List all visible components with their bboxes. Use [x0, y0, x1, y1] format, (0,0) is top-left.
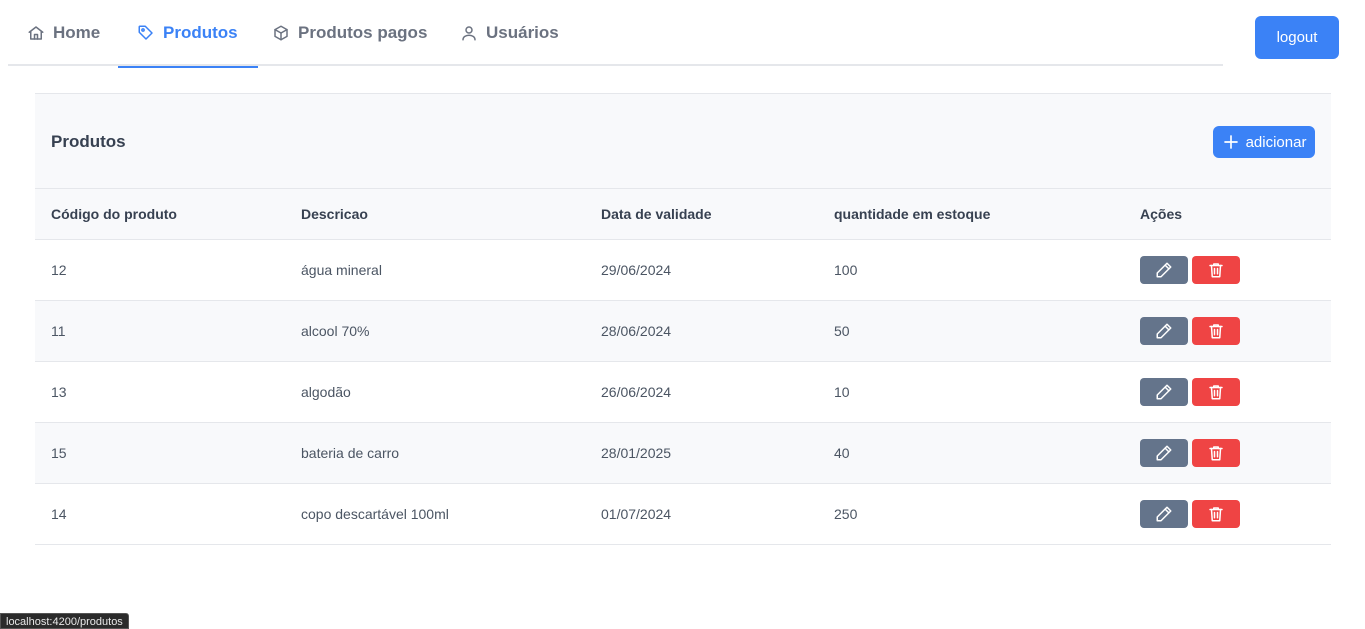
column-header-quantidade[interactable]: quantidade em estoque — [818, 189, 1124, 239]
cell-quantidade: 40 — [834, 444, 850, 461]
cell-codigo: 13 — [51, 383, 67, 400]
cell-validade: 28/01/2025 — [601, 444, 672, 461]
edit-button[interactable] — [1140, 377, 1188, 406]
plus-icon — [1223, 135, 1238, 149]
home-icon — [28, 26, 44, 40]
cell-acoes — [1124, 300, 1331, 361]
cell-acoes — [1124, 239, 1331, 300]
tab-produtos[interactable]: Produtos — [118, 0, 258, 68]
top-nav: Home Produtos Produtos pagos Usuários — [8, 0, 1223, 68]
trash-icon — [1209, 262, 1223, 277]
user-icon — [462, 26, 476, 41]
table-row: 14 copo descartável 100ml 01/07/2024 250 — [35, 483, 1331, 544]
delete-button[interactable] — [1192, 316, 1240, 345]
cell-descricao: algodão — [301, 383, 351, 400]
pencil-icon — [1156, 506, 1172, 521]
tab-produtos-label: Produtos — [163, 23, 238, 42]
cell-acoes — [1124, 422, 1331, 483]
cell-acoes — [1124, 483, 1331, 544]
tab-home-label: Home — [53, 23, 101, 42]
products-table: Código do produto Descricao Data de vali… — [35, 189, 1331, 545]
cell-codigo: 15 — [51, 444, 67, 461]
tag-icon — [138, 25, 153, 40]
cell-quantidade: 50 — [834, 322, 850, 339]
cell-descricao: copo descartável 100ml — [301, 505, 449, 522]
cell-codigo: 14 — [51, 505, 67, 522]
products-card: Produtos adicionar Código do produto Des… — [35, 93, 1331, 545]
table-row: 11 alcool 70% 28/06/2024 50 — [35, 300, 1331, 361]
cell-descricao: bateria de carro — [301, 444, 400, 461]
delete-button[interactable] — [1192, 377, 1240, 406]
column-header-acoes: Ações — [1140, 205, 1183, 222]
pencil-icon — [1156, 323, 1172, 338]
tab-produtos-pagos[interactable]: Produtos pagos — [272, 0, 427, 66]
trash-icon — [1209, 445, 1223, 460]
cell-codigo: 11 — [51, 322, 66, 339]
delete-button[interactable] — [1192, 438, 1240, 467]
edit-button[interactable] — [1140, 438, 1188, 467]
box-icon — [274, 25, 288, 41]
cell-validade: 28/06/2024 — [601, 322, 672, 339]
cell-quantidade: 10 — [834, 383, 850, 400]
add-product-button[interactable]: adicionar — [1213, 126, 1315, 158]
table-row: 12 água mineral 29/06/2024 100 — [35, 239, 1331, 300]
edit-button[interactable] — [1140, 316, 1188, 345]
status-bar-url: localhost:4200/produtos — [0, 613, 129, 629]
trash-icon — [1209, 384, 1223, 399]
card-header: Produtos adicionar — [35, 93, 1331, 189]
logout-button[interactable]: logout — [1255, 16, 1339, 59]
page-title: Produtos — [51, 132, 126, 151]
cell-validade: 26/06/2024 — [601, 383, 672, 400]
delete-button[interactable] — [1192, 255, 1240, 284]
pencil-icon — [1156, 445, 1172, 460]
cell-acoes — [1124, 361, 1331, 422]
delete-button[interactable] — [1192, 499, 1240, 528]
edit-button[interactable] — [1140, 255, 1188, 284]
cell-descricao: alcool 70% — [301, 322, 370, 339]
pencil-icon — [1156, 384, 1172, 399]
tab-usuarios[interactable]: Usuários — [460, 0, 559, 66]
edit-button[interactable] — [1140, 499, 1188, 528]
trash-icon — [1209, 506, 1223, 521]
cell-codigo: 12 — [51, 261, 67, 278]
pencil-icon — [1156, 262, 1172, 277]
tab-usuarios-label: Usuários — [486, 23, 559, 42]
cell-quantidade: 250 — [834, 505, 858, 522]
column-header-codigo[interactable]: Código do produto — [35, 189, 285, 239]
table-row: 13 algodão 26/06/2024 10 — [35, 361, 1331, 422]
tab-produtos-pagos-label: Produtos pagos — [298, 23, 428, 42]
column-header-descricao[interactable]: Descricao — [285, 189, 585, 239]
cell-validade: 01/07/2024 — [601, 505, 672, 522]
add-product-label: adicionar — [1245, 133, 1307, 151]
table-header-row: Código do produto Descricao Data de vali… — [35, 189, 1331, 239]
cell-descricao: água mineral — [301, 261, 382, 278]
column-header-validade[interactable]: Data de validade — [585, 189, 818, 239]
table-row: 15 bateria de carro 28/01/2025 40 — [35, 422, 1331, 483]
cell-validade: 29/06/2024 — [601, 261, 672, 278]
cell-quantidade: 100 — [834, 261, 858, 278]
tab-home[interactable]: Home — [27, 0, 100, 66]
trash-icon — [1209, 323, 1223, 338]
